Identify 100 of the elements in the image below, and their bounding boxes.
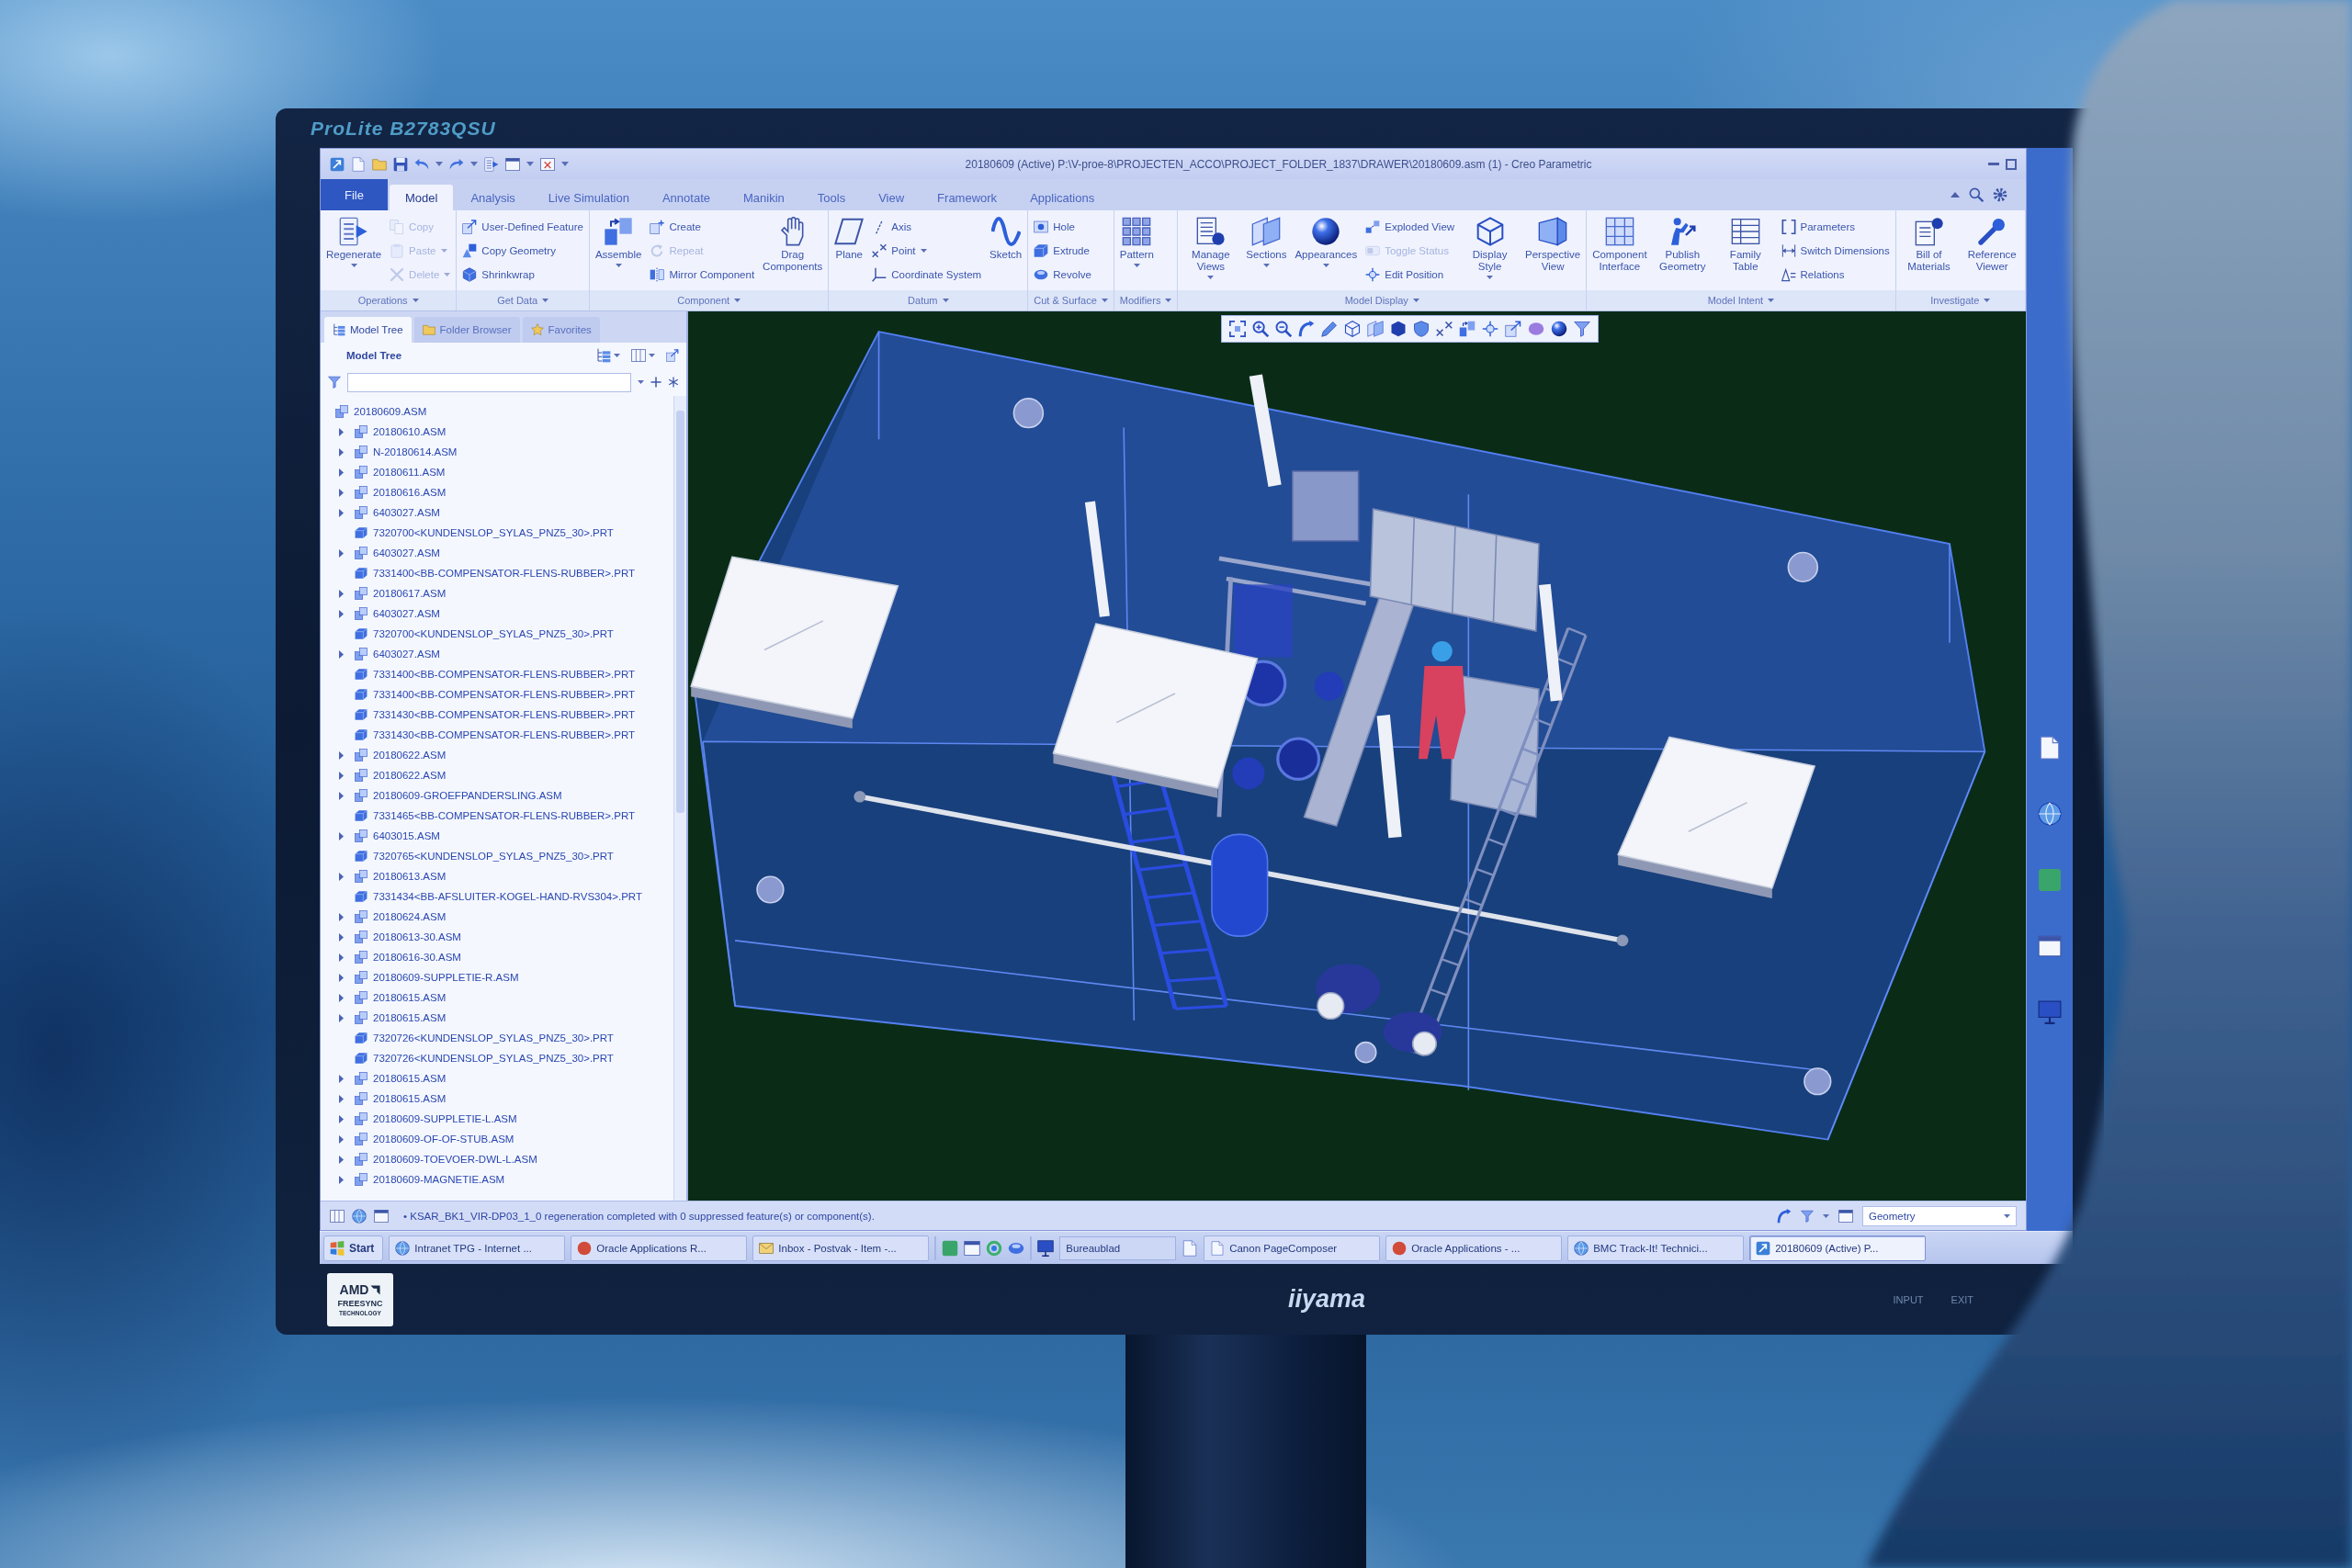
ribbon-button[interactable]: Publish Geometry <box>1653 215 1713 275</box>
group-menu-button[interactable]: Investigate <box>1895 290 2025 310</box>
oval-icon[interactable] <box>1528 321 1544 337</box>
start-button[interactable]: Start <box>323 1235 384 1261</box>
expand-arrow-icon[interactable] <box>338 589 344 598</box>
tree-item-label[interactable]: 20180616-30.ASM <box>373 952 461 963</box>
tree-item-label[interactable]: 7320700<KUNDENSLOP_SYLAS_PNZ5_30>.PRT <box>373 628 614 639</box>
ribbon-button[interactable]: Copy Geometry <box>460 239 585 263</box>
menu-tab[interactable]: File <box>321 179 388 210</box>
expand-arrow-icon[interactable] <box>338 1074 344 1083</box>
ring-icon[interactable] <box>986 1239 1003 1257</box>
ribbon-button[interactable]: Manage Views <box>1182 215 1240 281</box>
ribbon-button[interactable]: Coordinate System <box>870 263 984 287</box>
box-arrow-icon[interactable] <box>666 349 679 362</box>
gear-icon[interactable] <box>1993 187 2007 202</box>
ribbon-button[interactable]: Regenerate <box>324 215 384 269</box>
funnel-icon[interactable] <box>1574 321 1590 337</box>
caret-icon[interactable] <box>470 162 478 166</box>
toolbar-label[interactable]: Bureaublad <box>1059 1235 1177 1260</box>
ribbon-button[interactable]: Shrinkwrap <box>460 263 585 287</box>
ribbon-button[interactable]: Mirror Component <box>648 263 757 287</box>
x-marks-icon[interactable] <box>1436 321 1453 337</box>
caret-icon[interactable] <box>1823 1213 1829 1218</box>
tree-item-label[interactable]: 20180609.ASM <box>354 406 427 417</box>
box-arrow-icon[interactable] <box>1505 321 1521 337</box>
expand-arrow-icon[interactable] <box>338 771 344 780</box>
ribbon-button[interactable]: Edit Position <box>1363 263 1457 287</box>
expand-arrow-icon[interactable] <box>338 932 344 942</box>
group-menu-button[interactable]: Operations <box>321 290 457 310</box>
ribbon-button[interactable]: Appearances <box>1293 215 1360 269</box>
tree-item-label[interactable]: 6403027.ASM <box>373 608 440 619</box>
tree-item-label[interactable]: 20180613-30.ASM <box>373 931 461 942</box>
expand-arrow-icon[interactable] <box>338 1013 344 1022</box>
ribbon-tab[interactable]: Tools <box>801 185 862 210</box>
section-panels-icon[interactable] <box>1367 321 1384 337</box>
globe-icon[interactable] <box>352 1208 367 1224</box>
tree-item-label[interactable]: 7320726<KUNDENSLOP_SYLAS_PNZ5_30>.PRT <box>373 1053 614 1064</box>
sphere-icon[interactable] <box>1551 321 1567 337</box>
window-icon[interactable] <box>1838 1208 1853 1224</box>
columns-icon[interactable] <box>330 1208 345 1224</box>
tree-item-label[interactable]: 7331400<BB-COMPENSATOR-FLENS-RUBBER>.PRT <box>373 689 636 700</box>
expand-arrow-icon[interactable] <box>338 649 344 659</box>
expand-arrow-icon[interactable] <box>338 973 344 982</box>
ribbon-button[interactable]: Hole <box>1032 215 1093 239</box>
expand-arrow-icon[interactable] <box>338 1175 344 1184</box>
ribbon-button[interactable]: Component Interface <box>1590 215 1649 275</box>
tree-item-label[interactable]: 20180610.ASM <box>373 426 447 437</box>
scrollbar-thumb[interactable] <box>676 411 684 813</box>
blocks-arrow-icon[interactable] <box>1459 321 1476 337</box>
tree-item-label[interactable]: 20180622.ASM <box>373 770 447 781</box>
expand-arrow-icon[interactable] <box>338 953 344 962</box>
expand-arrow-icon[interactable] <box>338 791 344 800</box>
tree-item-label[interactable]: 6403027.ASM <box>373 649 440 660</box>
tree-item-label[interactable]: N-20180614.ASM <box>373 446 458 457</box>
tree-item-label[interactable]: 7331400<BB-COMPENSATOR-FLENS-RUBBER>.PRT <box>373 669 636 680</box>
expand-arrow-icon[interactable] <box>338 488 344 497</box>
window-icon[interactable] <box>964 1239 981 1257</box>
window-icon[interactable] <box>2038 934 2062 958</box>
ribbon-button[interactable]: User-Defined Feature <box>460 215 585 239</box>
ribbon-button[interactable]: Parameters <box>1779 215 1892 239</box>
tree-item-label[interactable]: 20180611.ASM <box>373 467 446 478</box>
tree-item-label[interactable]: 6403027.ASM <box>373 547 440 558</box>
tree-item-label[interactable]: 20180615.ASM <box>373 1093 447 1104</box>
tree-item-label[interactable]: 7331430<BB-COMPENSATOR-FLENS-RUBBER>.PRT <box>373 709 636 720</box>
ribbon-button[interactable]: Exploded View <box>1363 215 1457 239</box>
caret-icon[interactable] <box>526 162 534 166</box>
square-arrow-icon[interactable] <box>330 156 345 172</box>
funnel-icon[interactable] <box>328 376 341 389</box>
search-field[interactable] <box>347 372 631 392</box>
tree-item-label[interactable]: 20180617.ASM <box>373 588 447 599</box>
list-arrows-icon[interactable] <box>484 156 499 172</box>
group-menu-button[interactable]: Model Display <box>1178 290 1587 310</box>
expand-arrow-icon[interactable] <box>338 912 344 921</box>
ribbon-button[interactable]: Family Table <box>1716 215 1775 275</box>
caret-icon[interactable] <box>638 380 644 384</box>
expand-arrow-icon[interactable] <box>338 1155 344 1164</box>
tree-item-label[interactable]: 6403015.ASM <box>373 830 440 841</box>
expand-arrow-icon[interactable] <box>338 508 344 517</box>
ribbon-tab[interactable]: View <box>863 185 921 210</box>
expand-arrow-icon[interactable] <box>338 468 344 477</box>
caret-icon[interactable] <box>435 162 443 166</box>
ribbon-button[interactable]: Pattern <box>1117 215 1156 269</box>
tree-item-label[interactable]: 20180609-GROEFPANDERSLING.ASM <box>373 790 562 801</box>
tree-item-label[interactable]: 20180609-TOEVOER-DWL-L.ASM <box>373 1154 537 1165</box>
tree-item-label[interactable]: 6403027.ASM <box>373 507 440 518</box>
ribbon-button[interactable]: Reference Viewer <box>1962 215 2021 275</box>
ribbon-tab[interactable]: Model <box>389 185 454 210</box>
zoom-in-icon[interactable] <box>1252 321 1269 337</box>
expand-arrow-icon[interactable] <box>338 1134 344 1144</box>
ribbon-button[interactable]: Plane <box>832 215 866 263</box>
search-icon[interactable] <box>1969 187 1984 202</box>
globe-icon[interactable] <box>2038 802 2062 826</box>
tree-item-label[interactable]: 20180613.ASM <box>373 871 447 882</box>
expand-arrow-icon[interactable] <box>338 1094 344 1103</box>
tree-item-label[interactable]: 20180615.ASM <box>373 992 447 1003</box>
maximize-icon[interactable] <box>2006 158 2017 170</box>
group-menu-button[interactable]: Component <box>589 290 829 310</box>
tree-settings-button[interactable] <box>596 348 620 363</box>
tree-item-label[interactable]: 20180624.ASM <box>373 911 447 922</box>
ribbon-button[interactable]: Drag Components <box>761 215 825 275</box>
